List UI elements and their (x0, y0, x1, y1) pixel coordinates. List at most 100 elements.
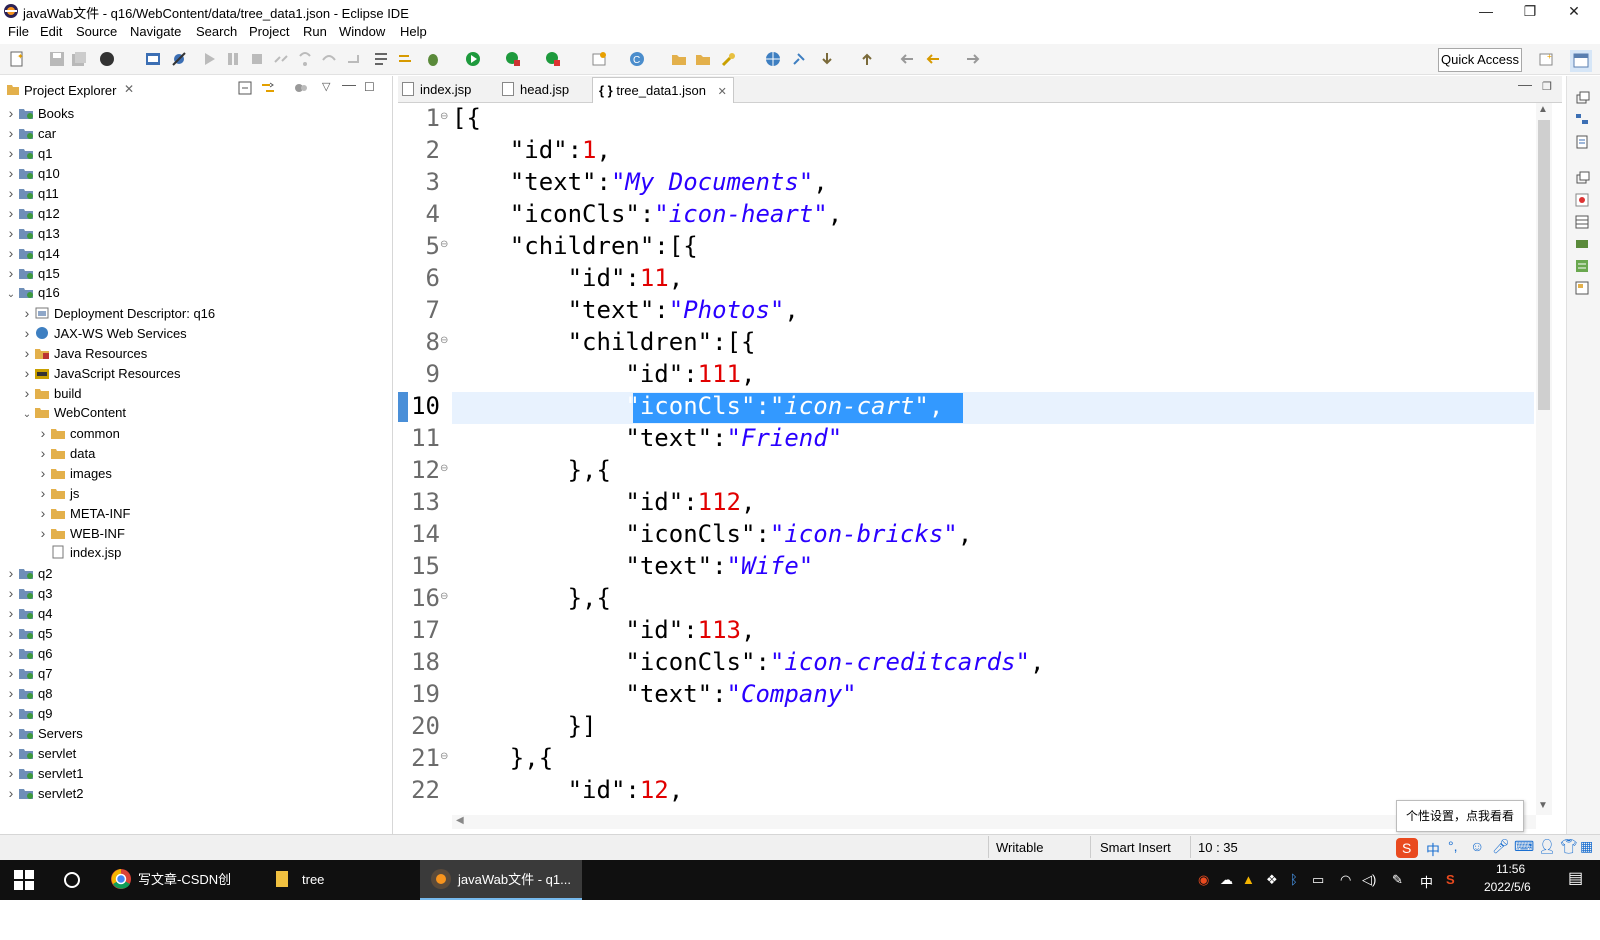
tree-item[interactable]: › js (4, 483, 384, 503)
new-server-icon[interactable] (590, 50, 608, 68)
status-insert-mode[interactable]: Smart Insert (1100, 840, 1171, 855)
chevron-right-icon[interactable]: › (4, 603, 18, 623)
forward-icon[interactable] (964, 50, 982, 68)
chevron-right-icon[interactable]: › (4, 763, 18, 783)
tree-item[interactable]: › servlet (4, 743, 384, 763)
chevron-right-icon[interactable]: › (4, 783, 18, 803)
code-line[interactable]: },{ (452, 454, 611, 486)
new-icon[interactable]: ✦ (8, 50, 26, 68)
servers-icon[interactable] (1574, 236, 1590, 252)
debug-run-icon[interactable] (424, 50, 442, 68)
menu-file[interactable]: File (8, 24, 29, 39)
chevron-right-icon[interactable]: › (20, 383, 34, 403)
chevron-right-icon[interactable]: › (36, 463, 50, 483)
chevron-right-icon[interactable]: › (4, 243, 18, 263)
suspend-icon[interactable] (224, 50, 242, 68)
terminate-icon[interactable] (248, 50, 266, 68)
tree-item[interactable]: › servlet1 (4, 763, 384, 783)
tree-item[interactable]: › q12 (4, 203, 384, 223)
keyboard-icon[interactable]: ⌨ (1514, 838, 1534, 855)
tab-index-jsp[interactable]: index.jsp (402, 80, 471, 100)
tree-item[interactable]: › JAX-WS Web Services (4, 323, 384, 343)
tree-item[interactable]: › q1 (4, 143, 384, 163)
chevron-right-icon[interactable]: › (36, 503, 50, 523)
restore-editor-icon[interactable]: ❐ (1542, 80, 1552, 93)
step-return-icon[interactable] (344, 50, 362, 68)
punctuation-icon[interactable]: °, (1448, 838, 1458, 854)
volume-icon[interactable]: ◁) (1362, 872, 1376, 888)
chevron-right-icon[interactable]: › (4, 563, 18, 583)
windows-start-icon[interactable] (14, 870, 34, 890)
chevron-right-icon[interactable]: › (4, 103, 18, 123)
markers-icon[interactable] (1574, 192, 1590, 208)
fold-toggle-icon[interactable]: ⊖ (440, 239, 448, 250)
skip-breakpoints-icon[interactable] (170, 50, 188, 68)
taskbar-ime-lang[interactable]: 中 (1420, 872, 1433, 891)
console-icon[interactable] (144, 50, 162, 68)
save-all-icon[interactable] (70, 50, 88, 68)
code-line[interactable]: "id":111, (452, 358, 755, 390)
code-line[interactable]: "id":12, (452, 774, 684, 806)
last-edit-icon[interactable] (898, 50, 916, 68)
tree-item[interactable]: › q8 (4, 683, 384, 703)
code-line[interactable]: [{ (452, 102, 481, 134)
minimize-button[interactable]: — (1464, 0, 1508, 22)
code-line[interactable]: "text":"Wife" (452, 550, 813, 582)
maximize-view-icon[interactable]: ☐ (364, 80, 375, 94)
code-line[interactable]: "text":"Company" (452, 678, 856, 710)
step-into-icon[interactable] (296, 50, 314, 68)
open-perspective-icon[interactable]: + (1538, 50, 1556, 68)
tab-tree-data1-json[interactable]: { } tree_data1.json ✕ (592, 77, 734, 103)
tree-item[interactable]: › servlet2 (4, 783, 384, 803)
quick-access-field[interactable]: Quick Access (1438, 48, 1522, 72)
wifi-icon[interactable]: ◠ (1340, 872, 1351, 888)
menu-run[interactable]: Run (303, 24, 327, 39)
menu-edit[interactable]: Edit (40, 24, 62, 39)
project-explorer-tab[interactable]: Project Explorer (24, 83, 116, 98)
clock-time[interactable]: 11:56 (1496, 862, 1525, 876)
code-line[interactable]: "children":[{ (452, 230, 698, 262)
taskbar-chrome[interactable]: 写文章-CSDN创作... (102, 860, 252, 927)
sogou-tray-icon[interactable]: S (1446, 872, 1455, 887)
tree-item[interactable]: › q11 (4, 183, 384, 203)
disconnect-icon[interactable] (272, 50, 290, 68)
view-menu-icon[interactable]: ▽ (322, 80, 330, 93)
taskbar-folder-tree[interactable]: tree (270, 860, 400, 900)
tree-item[interactable]: ⌄ WebContent (4, 403, 384, 423)
tree-item[interactable]: › Books (4, 103, 384, 123)
code-line[interactable]: "iconCls":"icon-creditcards", (452, 646, 1044, 678)
tree-item[interactable]: › JavaScript Resources (4, 363, 384, 383)
fold-toggle-icon[interactable]: ⊖ (440, 751, 448, 762)
tree-item[interactable]: › q3 (4, 583, 384, 603)
code-line[interactable]: },{ (452, 582, 611, 614)
toolbox-icon[interactable]: ▦ (1580, 838, 1593, 855)
code-line[interactable]: }] (452, 710, 597, 742)
google-drive-icon[interactable]: ▲ (1242, 872, 1255, 887)
battery-icon[interactable]: ▭ (1312, 872, 1324, 888)
new-class-icon[interactable]: C (628, 50, 646, 68)
chevron-right-icon[interactable]: › (36, 523, 50, 543)
next-annotation-icon[interactable] (818, 50, 836, 68)
close-button[interactable]: ✕ (1552, 0, 1596, 22)
code-line[interactable]: "text":"Friend" (452, 422, 842, 454)
status-cursor-position[interactable]: 10 : 35 (1198, 840, 1238, 855)
resume-icon[interactable] (200, 50, 218, 68)
open-folder-icon[interactable] (694, 50, 712, 68)
chevron-right-icon[interactable]: › (4, 623, 18, 643)
chevron-right-icon[interactable]: › (4, 643, 18, 663)
tree-item[interactable]: › Deployment Descriptor: q16 (4, 303, 384, 323)
close-tab-icon[interactable]: ✕ (718, 86, 727, 98)
netease-music-icon[interactable]: ◉ (1198, 872, 1209, 888)
chevron-right-icon[interactable]: › (36, 423, 50, 443)
cloud-icon[interactable]: ☁ (1220, 872, 1233, 888)
menu-source[interactable]: Source (76, 24, 117, 39)
prev-annotation-icon[interactable] (858, 50, 876, 68)
emoji-icon[interactable]: ☺ (1470, 838, 1484, 854)
tree-item[interactable]: › q5 (4, 623, 384, 643)
chevron-right-icon[interactable]: › (4, 223, 18, 243)
scroll-down-icon[interactable]: ▼ (1538, 800, 1548, 811)
code-line[interactable]: "id":112, (452, 486, 755, 518)
data-source-icon[interactable] (1574, 258, 1590, 274)
clock-date[interactable]: 2022/5/6 (1484, 880, 1531, 894)
chevron-right-icon[interactable]: › (4, 183, 18, 203)
